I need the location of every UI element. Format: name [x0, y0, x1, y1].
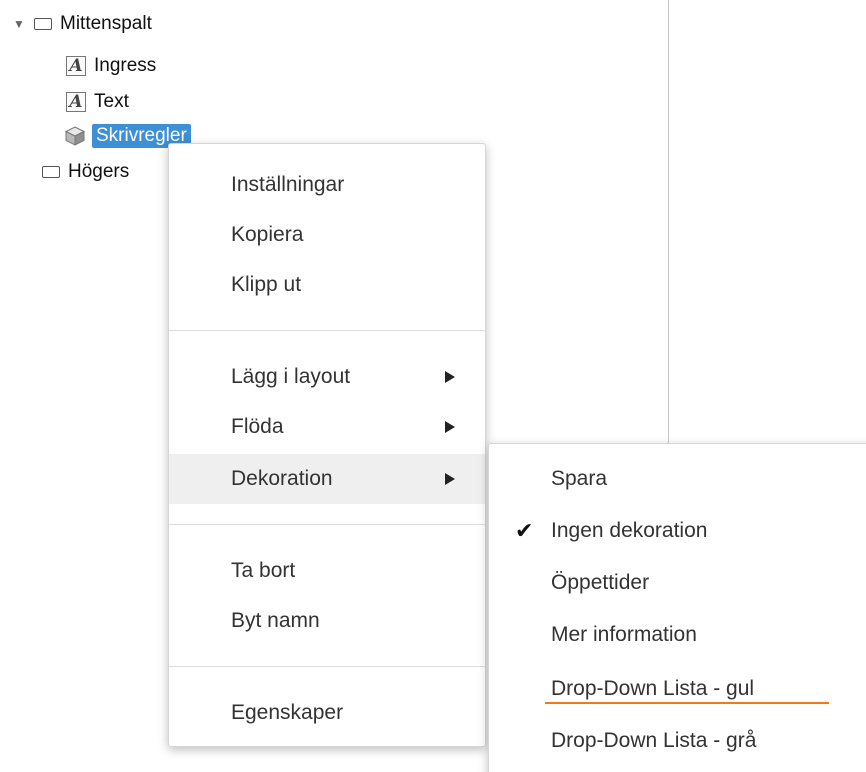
screen: ▼ Mittenspalt A Ingress A Text Skrivregl…	[0, 0, 866, 772]
menu-item-label: Drop-Down Lista - grå	[551, 729, 757, 752]
panel-divider	[668, 0, 669, 445]
container-icon	[42, 166, 60, 178]
menu-item-installningar[interactable]: Inställningar	[169, 160, 485, 210]
tree-item-ingress[interactable]: A Ingress	[66, 54, 156, 78]
menu-item-egenskaper[interactable]: Egenskaper	[169, 688, 485, 738]
menu-item-label: Drop-Down Lista - gul	[551, 677, 755, 700]
tree-item-text[interactable]: A Text	[66, 90, 129, 114]
expand-triangle-icon[interactable]: ▼	[12, 17, 26, 31]
container-icon	[34, 18, 52, 30]
menu-item-label: Mer information	[551, 623, 697, 646]
menu-item-label: Byt namn	[231, 609, 320, 632]
menu-item-label: Ingen dekoration	[551, 519, 708, 542]
checkmark-icon: ✔	[515, 518, 534, 544]
submenu-item-oppettider[interactable]: Öppettider	[489, 558, 866, 608]
tree-item-label: Mittenspalt	[60, 13, 152, 34]
submenu-item-mer-information[interactable]: Mer information	[489, 610, 866, 660]
menu-item-klipp-ut[interactable]: Klipp ut	[169, 260, 485, 310]
menu-item-kopiera[interactable]: Kopiera	[169, 210, 485, 260]
submenu-arrow-icon	[445, 421, 455, 433]
text-block-icon: A	[66, 56, 86, 76]
menu-divider	[169, 666, 485, 667]
tree-item-mittenspalt[interactable]: ▼ Mittenspalt	[12, 12, 152, 36]
menu-item-label: Dekoration	[231, 467, 333, 490]
menu-item-label: Öppettider	[551, 571, 650, 594]
menu-item-label: Flöda	[231, 415, 284, 438]
orange-underline	[545, 702, 829, 704]
menu-item-label: Lägg i layout	[231, 365, 351, 388]
menu-item-label: Inställningar	[231, 173, 345, 196]
cube-icon	[64, 126, 86, 146]
menu-item-byt-namn[interactable]: Byt namn	[169, 596, 485, 646]
text-block-icon: A	[66, 92, 86, 112]
submenu-item-spara[interactable]: Spara	[489, 454, 866, 504]
tree-item-label: Text	[94, 91, 129, 112]
decoration-submenu: Spara ✔ Ingen dekoration Öppettider Mer …	[488, 443, 866, 772]
submenu-arrow-icon	[445, 371, 455, 383]
submenu-arrow-icon	[445, 473, 455, 485]
menu-item-floda[interactable]: Flöda	[169, 402, 485, 452]
submenu-item-drop-down-lista-gra[interactable]: Drop-Down Lista - grå	[489, 716, 866, 766]
menu-item-dekoration[interactable]: Dekoration	[169, 454, 485, 504]
submenu-item-drop-down-lista-gul[interactable]: Drop-Down Lista - gul	[489, 664, 866, 714]
menu-item-label: Klipp ut	[231, 273, 302, 296]
tree-item-hogerspalt[interactable]: Högers	[42, 160, 129, 184]
menu-item-ta-bort[interactable]: Ta bort	[169, 546, 485, 596]
menu-item-lagg-i-layout[interactable]: Lägg i layout	[169, 352, 485, 402]
menu-divider	[169, 524, 485, 525]
tree-item-label: Ingress	[94, 55, 157, 76]
tree-item-label: Högers	[68, 161, 130, 182]
menu-item-label: Spara	[551, 467, 608, 490]
menu-item-label: Egenskaper	[231, 701, 344, 724]
menu-item-label: Kopiera	[231, 223, 304, 246]
context-menu: Inställningar Kopiera Klipp ut Lägg i la…	[168, 143, 486, 747]
menu-divider	[169, 330, 485, 331]
submenu-item-ingen-dekoration[interactable]: ✔ Ingen dekoration	[489, 506, 866, 556]
menu-item-label: Ta bort	[231, 559, 296, 582]
